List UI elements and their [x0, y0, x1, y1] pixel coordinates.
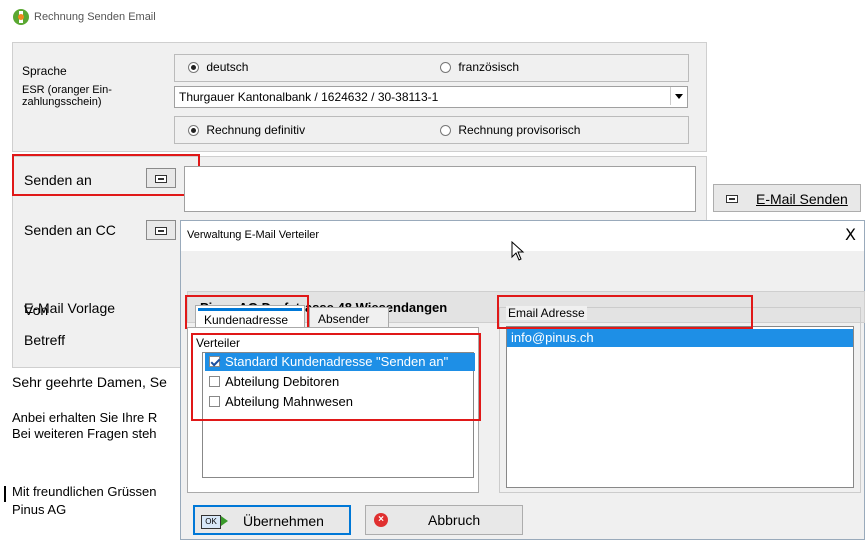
radio-provisorisch-dot[interactable]: [440, 125, 451, 137]
app-logo-icon: [13, 9, 29, 25]
tab-absender[interactable]: Absender: [309, 307, 389, 329]
body-text-signature: Pinus AG: [12, 502, 67, 517]
esr-select-value: Thurgauer Kantonalbank / 1624632 / 30-38…: [179, 90, 439, 104]
esr-label: ESR (oranger Ein- zahlungsschein): [22, 84, 112, 108]
uebernehmen-button[interactable]: OK Übernehmen: [193, 505, 351, 535]
esr-select[interactable]: Thurgauer Kantonalbank / 1624632 / 30-38…: [174, 86, 688, 108]
dialog-title: Verwaltung E-Mail Verteiler: [187, 229, 320, 241]
email-list-item[interactable]: info@pinus.ch: [507, 329, 853, 347]
envelope-icon: [155, 227, 167, 235]
cancel-icon: ×: [374, 513, 388, 527]
email-senden-label: E-Mail Senden: [756, 191, 848, 207]
senden-an-input[interactable]: [184, 166, 696, 212]
radio-franzoesisch[interactable]: französisch: [440, 60, 519, 74]
email-group: Email Adresse info@pinus.ch: [499, 306, 861, 493]
email-senden-button[interactable]: E-Mail Senden: [713, 184, 861, 212]
radio-franzoesisch-dot[interactable]: [440, 62, 451, 74]
annotation-email: [497, 295, 753, 329]
body-text-closing: Mit freundlichen Grüssen: [12, 484, 157, 499]
senden-cc-address-button[interactable]: [146, 220, 176, 240]
body-text-greeting: Sehr geehrte Damen, Se: [12, 374, 167, 390]
annotation-verteiler: [191, 333, 481, 421]
betreff-label: Betreff: [24, 332, 65, 348]
email-list[interactable]: info@pinus.ch: [506, 326, 854, 488]
uebernehmen-label: Übernehmen: [243, 513, 324, 529]
radio-definitiv-label: Rechnung definitiv: [206, 123, 306, 137]
window-title-bar: Rechnung Senden Email: [0, 0, 865, 34]
annotation-tab: [185, 295, 309, 329]
esr-dropdown-button[interactable]: [670, 87, 687, 105]
radio-deutsch-dot[interactable]: [188, 62, 199, 74]
ok-icon: OK: [201, 515, 221, 529]
abbruch-button[interactable]: × Abbruch: [365, 505, 523, 535]
body-text-line2: Anbei erhalten Sie Ihre R: [12, 410, 158, 425]
radio-provisorisch-label: Rechnung provisorisch: [458, 123, 581, 137]
senden-cc-label: Senden an CC: [24, 222, 116, 238]
sprache-label: Sprache: [22, 64, 67, 78]
annotation-senden-an: [12, 154, 200, 196]
language-group: [174, 54, 689, 82]
radio-rechnung-provisorisch[interactable]: Rechnung provisorisch: [440, 123, 580, 137]
radio-deutsch[interactable]: deutsch: [188, 60, 248, 74]
email-list-item-label: info@pinus.ch: [511, 330, 594, 345]
envelope-icon: [726, 195, 738, 203]
radio-franzoesisch-label: französisch: [458, 60, 520, 74]
radio-deutsch-label: deutsch: [206, 60, 249, 74]
radio-definitiv-dot[interactable]: [188, 125, 199, 137]
vorlage-label-text: E-Mail Vorlage: [24, 300, 116, 316]
chevron-down-icon: [675, 94, 683, 99]
tab-absender-label: Absender: [318, 312, 370, 326]
dialog-title-bar: Verwaltung E-Mail Verteiler X: [181, 221, 864, 261]
body-text-line3: Bei weiteren Fragen steh: [12, 426, 157, 441]
abbruch-label: Abbruch: [428, 512, 481, 528]
arrow-right-icon: [221, 516, 228, 526]
radio-rechnung-definitiv[interactable]: Rechnung definitiv: [188, 123, 305, 137]
mouse-cursor-icon: [511, 241, 525, 261]
verteiler-dialog: Verwaltung E-Mail Verteiler X Pinus AG D…: [180, 220, 865, 540]
text-caret: [4, 486, 6, 502]
window-title: Rechnung Senden Email: [34, 11, 156, 23]
close-icon[interactable]: X: [845, 225, 856, 244]
